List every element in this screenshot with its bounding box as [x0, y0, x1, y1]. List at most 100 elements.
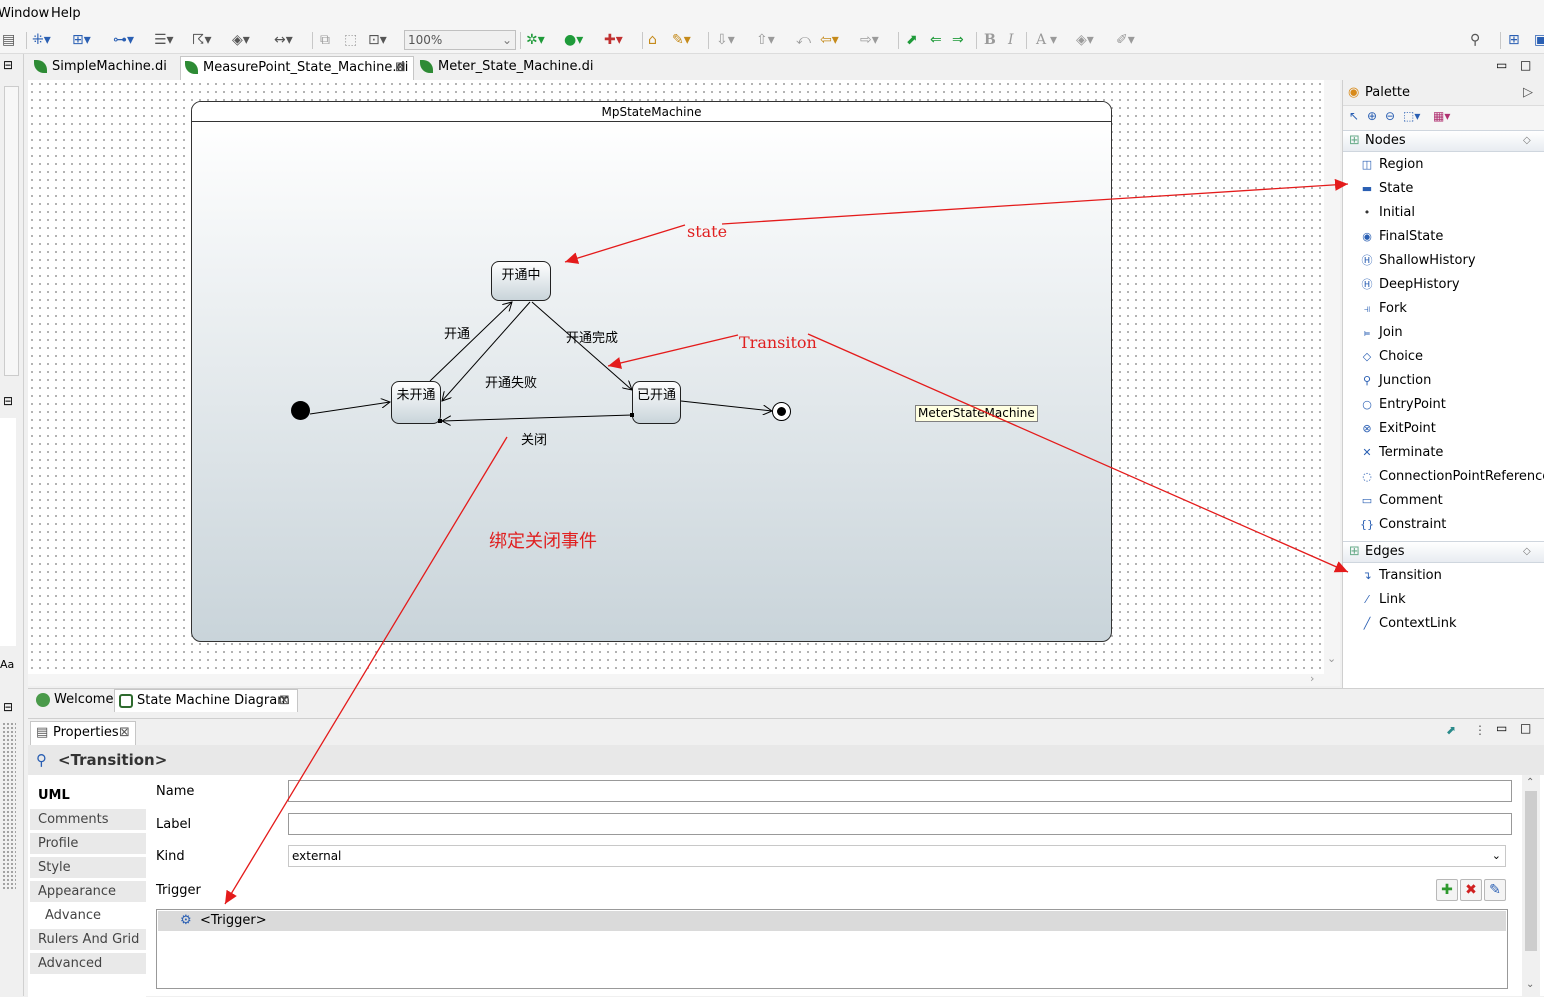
font-color-dropdown-icon[interactable]: ▾: [1050, 31, 1057, 49]
palette-item-connectionpointreference[interactable]: ◌ ConnectionPointReference: [1343, 465, 1544, 489]
tab-welcome[interactable]: Welcome: [32, 689, 113, 712]
palette-drawer-edges[interactable]: ⊞ Edges ◇: [1343, 541, 1544, 563]
back-icon[interactable]: ⇦▾: [820, 31, 839, 49]
minimize-icon[interactable]: ▭: [1496, 58, 1507, 72]
state-activating[interactable]: 开通中: [491, 261, 551, 301]
state-opened[interactable]: 已开通: [632, 381, 681, 424]
add-trigger-button[interactable]: ✚: [1436, 879, 1458, 901]
edit-trigger-button[interactable]: ✎: [1484, 879, 1506, 901]
open-perspective-icon[interactable]: ⊞: [1508, 31, 1520, 49]
remove-trigger-button[interactable]: ✖: [1460, 879, 1482, 901]
line-color-icon[interactable]: ✐▾: [1116, 31, 1135, 49]
zoom-combo[interactable]: 100% ⌄: [404, 30, 516, 50]
tab-state-machine-diagram[interactable]: State Machine Diagram ⊠: [114, 689, 298, 712]
minimize-icon[interactable]: ▭: [1496, 721, 1507, 735]
arrow-right-icon[interactable]: ⇒: [952, 31, 964, 49]
drawer-toggle-icon[interactable]: ◇: [1523, 542, 1531, 562]
grid-icon[interactable]: ⁜▾: [32, 31, 51, 49]
palette-item-contextlink[interactable]: ╱ ContextLink: [1343, 612, 1544, 636]
select-tool-icon[interactable]: ↖: [1349, 109, 1359, 123]
transition-label-open-failed[interactable]: 开通失败: [485, 372, 537, 391]
palette-item-constraint[interactable]: {} Constraint: [1343, 513, 1544, 537]
route-icon[interactable]: ☈▾: [192, 31, 212, 49]
palette-item-fork[interactable]: ⫣ Fork: [1343, 297, 1544, 321]
palette-item-choice[interactable]: ◇ Choice: [1343, 345, 1544, 369]
state-machine-frame[interactable]: MpStateMachine: [191, 101, 1112, 642]
palette-item-region[interactable]: ◫ Region: [1343, 153, 1544, 177]
palette-item-transition[interactable]: ↴ Transition: [1343, 564, 1544, 588]
bold-icon[interactable]: B: [984, 31, 996, 49]
ptab-appearance[interactable]: Appearance: [30, 881, 146, 903]
palette-item-link[interactable]: ⁄ Link: [1343, 588, 1544, 612]
debug-icon[interactable]: ✲▾: [526, 31, 545, 49]
zoom-fit-icon[interactable]: ⊡▾: [368, 31, 387, 49]
palette-item-initial[interactable]: • Initial: [1343, 201, 1544, 225]
trigger-list[interactable]: ⚙ <Trigger>: [156, 909, 1508, 989]
label-field[interactable]: [288, 813, 1512, 835]
pin-icon[interactable]: ⬈: [1446, 723, 1456, 737]
canvas-vertical-scrollbar[interactable]: ⌄: [1324, 80, 1340, 674]
close-icon[interactable]: ⊠: [119, 722, 130, 744]
ptab-advanced[interactable]: Advanced: [30, 953, 146, 975]
drawer-toggle-icon[interactable]: ◇: [1523, 131, 1531, 151]
last-edit-icon[interactable]: ⤺: [796, 31, 811, 49]
perspective-icon[interactable]: ▣: [1534, 31, 1544, 49]
view-menu-icon[interactable]: ⋮: [1474, 723, 1486, 737]
palette-item-exitpoint[interactable]: ⊗ ExitPoint: [1343, 417, 1544, 441]
fill-color-icon[interactable]: ◈▾: [1076, 31, 1094, 49]
tool-icon[interactable]: ✎▾: [672, 31, 691, 49]
next-annotation-icon[interactable]: ⇩▾: [716, 31, 735, 49]
size-icon[interactable]: ↔▾: [274, 31, 293, 49]
final-state-node[interactable]: [772, 402, 791, 421]
ptab-rulers-and-grid[interactable]: Rulers And Grid: [30, 929, 146, 951]
layers-icon[interactable]: ▦▾: [1433, 109, 1450, 123]
layer-icon[interactable]: ⧉: [320, 31, 330, 49]
shape-icon[interactable]: ◈▾: [232, 31, 250, 49]
palette-item-deephistory[interactable]: Ⓗ DeepHistory: [1343, 273, 1544, 297]
tab-meter-state[interactable]: Meter_State_Machine.di: [416, 56, 593, 80]
maximize-icon[interactable]: □: [1520, 721, 1531, 735]
maximize-icon[interactable]: □: [1520, 58, 1531, 72]
palette-drawer-nodes[interactable]: ⊞ Nodes ◇: [1343, 130, 1544, 152]
properties-scrollbar[interactable]: ⌃ ⌄: [1522, 775, 1540, 997]
restore-icon[interactable]: ⊟: [3, 58, 13, 72]
transition-label-open-done[interactable]: 开通完成: [566, 327, 618, 346]
palette-item-join[interactable]: ⫢ Join: [1343, 321, 1544, 345]
italic-icon[interactable]: I: [1008, 31, 1014, 49]
trigger-list-item[interactable]: ⚙ <Trigger>: [158, 911, 1506, 931]
palette-item-terminate[interactable]: ✕ Terminate: [1343, 441, 1544, 465]
restore-icon[interactable]: ⊟: [3, 700, 13, 714]
ptab-uml[interactable]: UML: [30, 785, 146, 807]
tab-simplemachine[interactable]: SimpleMachine.di: [30, 56, 178, 80]
run-icon[interactable]: ●▾: [564, 31, 583, 49]
font-color-icon[interactable]: A: [1036, 31, 1046, 49]
palette-collapse-icon[interactable]: ▷: [1523, 80, 1533, 106]
ptab-comments[interactable]: Comments: [30, 809, 146, 831]
kind-select[interactable]: external ⌄: [288, 845, 1506, 867]
palette-item-comment[interactable]: ▭ Comment: [1343, 489, 1544, 513]
marquee-icon[interactable]: ⬚▾: [1403, 109, 1420, 123]
search-icon[interactable]: ⚲: [1470, 31, 1480, 49]
export-icon[interactable]: ⬈: [906, 31, 918, 49]
ptab-style[interactable]: Style: [30, 857, 146, 879]
transition-label-open[interactable]: 开通: [444, 323, 470, 342]
copy-icon[interactable]: ▤: [2, 31, 15, 49]
zoom-in-icon[interactable]: ⊕: [1367, 109, 1377, 123]
state-not-opened[interactable]: 未开通: [391, 381, 441, 424]
restore-icon[interactable]: ⊟: [3, 394, 13, 408]
canvas-horizontal-scrollbar[interactable]: ›: [28, 672, 1340, 686]
align-icon[interactable]: ☰▾: [154, 31, 174, 49]
initial-node[interactable]: [291, 401, 310, 420]
open-folder-icon[interactable]: ⌂: [648, 31, 657, 49]
zoom-out-icon[interactable]: ⊖: [1385, 109, 1395, 123]
prev-annotation-icon[interactable]: ⇧▾: [756, 31, 775, 49]
menu-window[interactable]: Window: [0, 6, 49, 21]
arrange-icon[interactable]: ⊞▾: [72, 31, 91, 49]
palette-item-finalstate[interactable]: ◉ FinalState: [1343, 225, 1544, 249]
left-scrollbar[interactable]: [4, 86, 19, 376]
palette-item-state[interactable]: ▬ State: [1343, 177, 1544, 201]
ptab-profile[interactable]: Profile: [30, 833, 146, 855]
tab-measurepoint[interactable]: MeasurePoint_State_Machine.di ⊠: [180, 56, 414, 80]
tree-layout-icon[interactable]: ⊶▾: [113, 31, 134, 49]
palette-item-junction[interactable]: ⚲ Junction: [1343, 369, 1544, 393]
